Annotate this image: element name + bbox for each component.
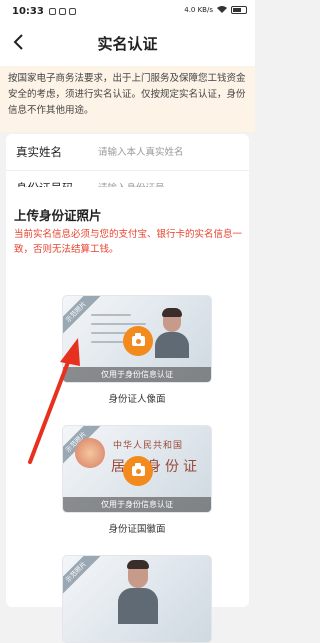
- name-row: 真实姓名: [6, 134, 249, 171]
- id-back-upload[interactable]: 示范照片 中华人民共和国 居民身份证 仅用于身份信息认证: [62, 425, 212, 513]
- battery-icon: [231, 6, 247, 14]
- id-front-caption: 身份证人像面: [108, 394, 166, 405]
- notification-icons: [48, 7, 76, 15]
- upload-section: 上传身份证照片 当前实名信息必须与您的支付宝、银行卡的实名信息一致，否则无法结算…: [6, 187, 249, 643]
- net-speed: 4.0 KB/s: [184, 6, 213, 14]
- handheld-id-upload[interactable]: 示范照片: [62, 555, 212, 643]
- portrait-photo: [155, 308, 189, 358]
- id-front-upload[interactable]: 示范照片 仅用于身份信息认证: [62, 295, 212, 383]
- name-input[interactable]: [96, 145, 249, 159]
- handheld-photo: [118, 560, 158, 624]
- app-header: 实名认证: [0, 22, 255, 66]
- status-bar: 10:33 4.0 KB/s: [0, 0, 255, 22]
- usage-band: 仅用于身份信息认证: [63, 497, 211, 512]
- usage-band: 仅用于身份信息认证: [63, 367, 211, 382]
- wifi-icon: [217, 5, 227, 15]
- id-back-caption: 身份证国徽面: [108, 524, 166, 535]
- camera-icon[interactable]: [123, 326, 153, 356]
- camera-icon[interactable]: [123, 456, 153, 486]
- notification-icon: [68, 7, 76, 15]
- status-right: 4.0 KB/s: [184, 5, 247, 15]
- page-title: 实名认证: [97, 35, 158, 53]
- national-emblem-icon: [75, 438, 105, 468]
- status-time: 10:33: [12, 5, 44, 17]
- name-label: 真实姓名: [16, 145, 62, 159]
- notice-banner: 按国家电子商务法要求，出于上门服务及保障您工钱资金安全的考虑，须进行实名认证。仅…: [0, 66, 255, 132]
- notification-icon: [48, 7, 56, 15]
- upload-warning: 当前实名信息必须与您的支付宝、银行卡的实名信息一致，否则无法结算工钱。: [14, 229, 243, 255]
- upload-title: 上传身份证照片: [14, 208, 102, 223]
- emblem-line-1: 中华人民共和国: [113, 441, 184, 451]
- notification-icon: [58, 7, 66, 15]
